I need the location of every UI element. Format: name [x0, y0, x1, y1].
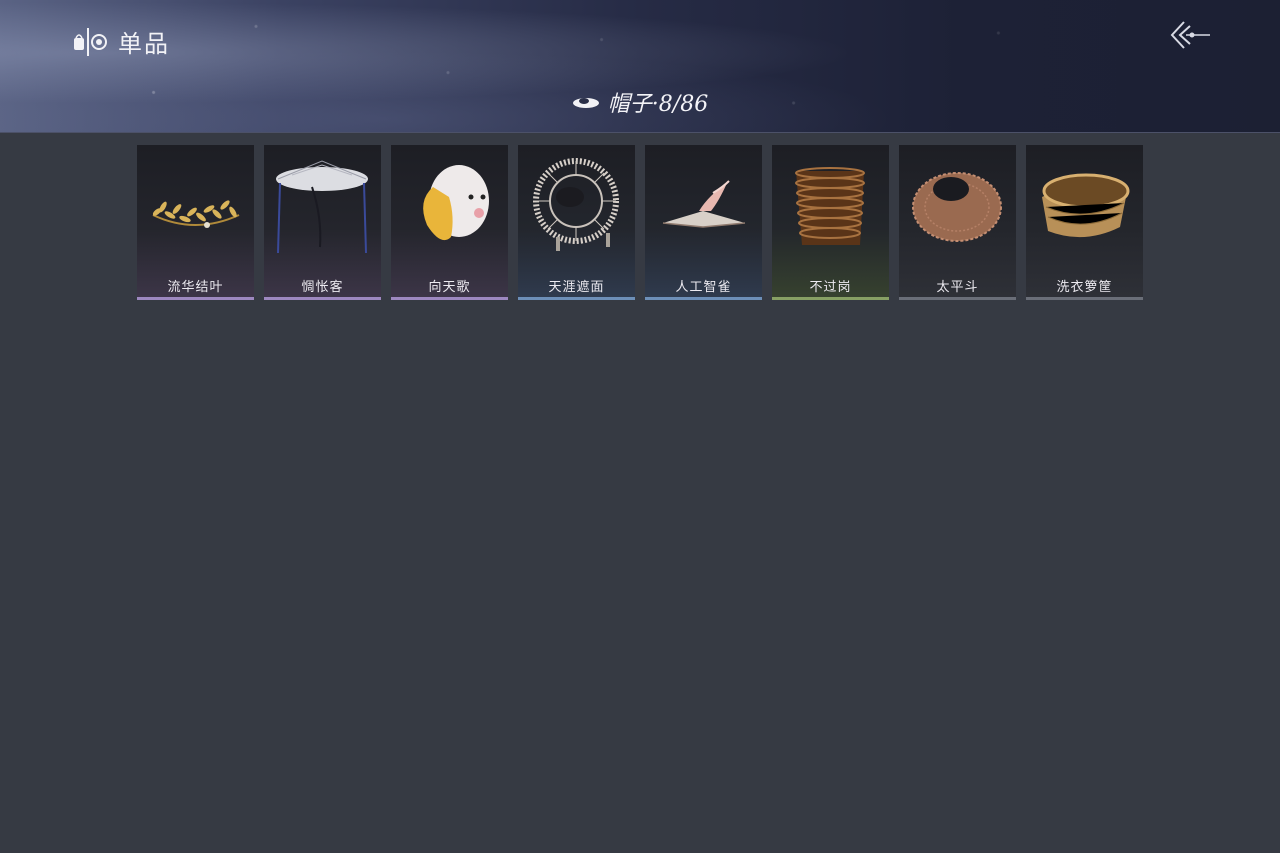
item-label: 人工智雀	[675, 280, 732, 295]
category-heading: 帽子·8/86	[0, 86, 1280, 118]
bird-on-hat-icon	[662, 180, 746, 228]
item-card[interactable]: 流华结叶	[137, 145, 254, 300]
wheel-rattan-hat-icon	[533, 158, 619, 251]
item-card[interactable]: 天涯遮面	[518, 145, 635, 300]
item-card[interactable]: 人工智雀	[645, 145, 762, 300]
item-label: 不过岗	[809, 280, 852, 295]
item-card[interactable]: 向天歌	[391, 145, 508, 300]
item-label: 流华结叶	[167, 280, 224, 295]
item-card[interactable]: 太平斗	[899, 145, 1016, 300]
golden-leaf-crown-icon	[152, 200, 240, 228]
category-label: 帽子·8/86	[607, 92, 709, 117]
veiled-bamboo-hat-icon	[276, 160, 368, 254]
wardrobe-mirror-icon	[74, 28, 107, 56]
hat-icon	[572, 98, 599, 108]
wicker-basket-hat-icon	[912, 172, 1002, 242]
item-grid: 流华结叶 惆怅客 向天歌 天涯遮面 人工智雀 不过岗 太平斗 洗衣箩筐	[137, 145, 1143, 300]
header-bar: 单品 帽子·8/86	[0, 0, 1280, 133]
item-card[interactable]: 惆怅客	[264, 145, 381, 300]
item-label: 惆怅客	[301, 280, 344, 295]
item-label: 向天歌	[428, 280, 471, 295]
item-label: 太平斗	[936, 280, 979, 295]
item-label: 天涯遮面	[548, 280, 605, 295]
back-icon[interactable]	[1166, 18, 1212, 52]
item-card[interactable]: 不过岗	[772, 145, 889, 300]
page-title: 单品	[118, 30, 170, 58]
laundry-basket-hat-icon	[1042, 173, 1130, 238]
item-label: 洗衣箩筐	[1056, 280, 1113, 295]
stacked-bowls-hat-icon	[795, 167, 865, 245]
item-card[interactable]: 洗衣箩筐	[1026, 145, 1143, 300]
duck-hood-icon	[423, 165, 489, 241]
